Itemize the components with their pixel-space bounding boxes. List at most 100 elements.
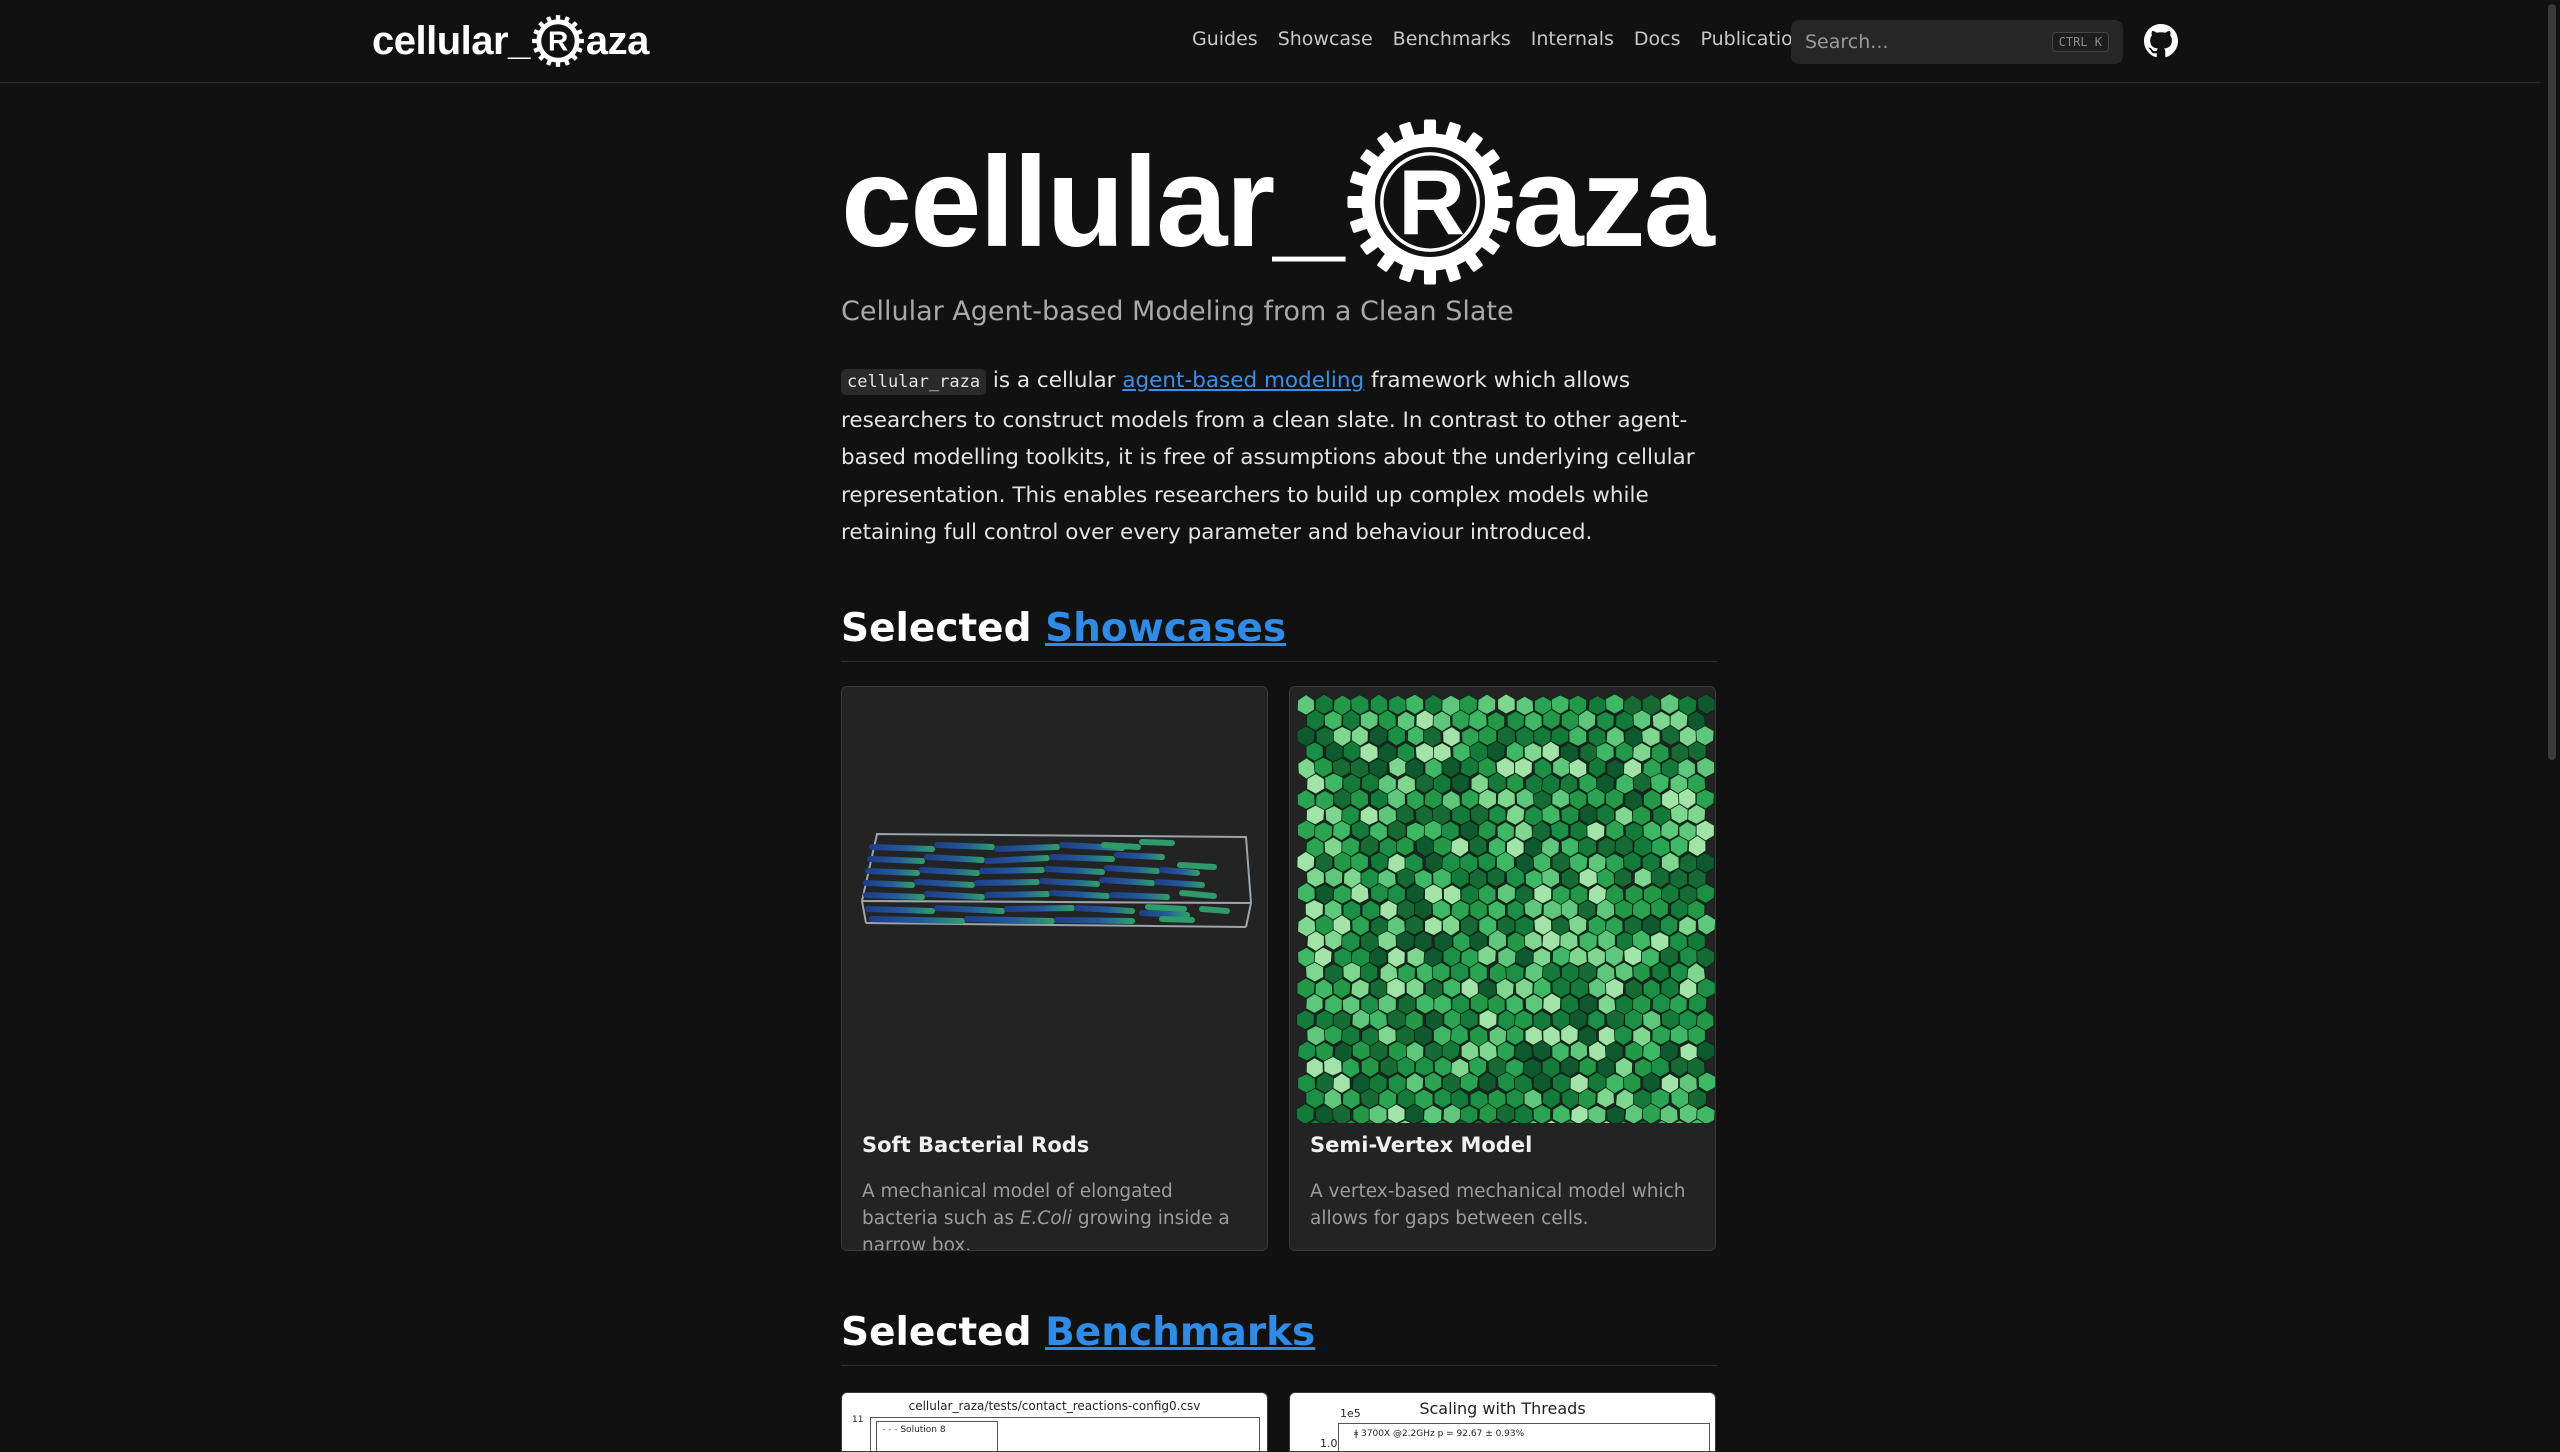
vertex-cell: [1614, 961, 1634, 982]
vertex-cell: [1605, 1105, 1626, 1123]
vertex-cell: [1524, 993, 1544, 1015]
intro-text-1: is a cellular: [986, 368, 1123, 393]
vertex-cell: [1396, 867, 1416, 889]
hero-title-right: aza: [1512, 130, 1714, 274]
benchmark-y-tick: 11: [852, 1415, 864, 1425]
vertex-cell: [1370, 883, 1389, 904]
nav-showcase[interactable]: Showcase: [1268, 24, 1383, 54]
vertex-cell: [1451, 773, 1470, 794]
benchmark-y-tick: 1.0: [1320, 1437, 1338, 1450]
vertex-cell: [1350, 978, 1370, 1000]
svg-text:R: R: [548, 26, 568, 57]
hero-subtitle: Cellular Agent-based Modeling from a Cle…: [841, 296, 1514, 327]
vertex-cell: [1388, 694, 1407, 716]
vertex-cell: [1550, 820, 1570, 841]
vertex-cell: [1613, 1025, 1633, 1046]
vertex-cell: [1424, 916, 1443, 936]
vertex-cell: [1632, 805, 1651, 827]
vertex-cell: [1605, 693, 1625, 715]
benchmark-plot-title: cellular_raza/tests/contact_reactions-co…: [908, 1399, 1201, 1413]
vertex-cell: [1387, 725, 1406, 747]
vertex-cell: [1497, 883, 1516, 905]
nav-links: Guides Showcase Benchmarks Internals Doc…: [1190, 24, 1825, 54]
benchmark-cards: cellular_raza/tests/contact_reactions-co…: [841, 1392, 1716, 1452]
card-desc-emphasis: E.Coli: [1019, 1208, 1072, 1229]
vertex-cell: [1696, 756, 1715, 779]
search-placeholder: Search...: [1805, 31, 1889, 53]
nav-guides[interactable]: Guides: [1190, 24, 1268, 54]
vertex-cell: [1614, 899, 1634, 920]
search-input[interactable]: Search... CTRL K: [1791, 20, 2123, 64]
page-scrollbar[interactable]: [2540, 0, 2560, 1440]
agent-based-modeling-link[interactable]: agent-based modeling: [1122, 368, 1364, 393]
vertex-cell: [1542, 1087, 1561, 1110]
vertex-cell: [1696, 883, 1715, 904]
vertex-cell: [1395, 930, 1415, 952]
vertex-cell: [1696, 693, 1715, 715]
benchmark-legend: ǂ 3700X @2.2GHz p = 92.67 ± 0.93%: [1354, 1429, 1524, 1439]
benchmark-card-contact-reactions[interactable]: cellular_raza/tests/contact_reactions-co…: [841, 1392, 1268, 1452]
github-icon[interactable]: [2144, 24, 2178, 58]
vertex-cell: [1578, 867, 1598, 889]
showcase-card-bacterial-rods[interactable]: Soft Bacterial Rods A mechanical model o…: [841, 686, 1268, 1251]
vertex-cell: [1486, 867, 1506, 888]
vertex-cell: [1342, 961, 1362, 983]
vertex-cell: [1514, 1040, 1533, 1063]
vertex-cell: [1433, 1087, 1453, 1109]
vertex-cell: [1324, 867, 1344, 888]
vertex-cell: [1496, 1103, 1516, 1123]
hero-title: cellular_ R aza: [841, 112, 1715, 292]
nav-benchmarks[interactable]: Benchmarks: [1383, 24, 1521, 54]
vertex-cell: [1442, 977, 1461, 999]
showcase-cards: Soft Bacterial Rods A mechanical model o…: [841, 686, 1716, 1251]
showcase-card-semi-vertex[interactable]: Semi-Vertex Model A vertex-based mechani…: [1289, 686, 1716, 1251]
legend-marker: ǂ: [1354, 1429, 1359, 1439]
benchmark-legend-label: 3700X @2.2GHz p = 92.67 ± 0.93%: [1361, 1429, 1525, 1439]
vertex-cell: [1497, 693, 1516, 715]
vertex-cell: [1350, 788, 1369, 810]
card-title: Soft Bacterial Rods: [862, 1133, 1090, 1157]
site-logo[interactable]: cellular_ R aza: [372, 12, 649, 70]
rust-gear-icon: R: [1344, 116, 1517, 288]
vertex-cell: [1524, 930, 1543, 951]
vertex-cell: [1488, 804, 1507, 825]
benchmark-legend-label: Solution 8: [900, 1425, 946, 1435]
semi-vertex-image: [1295, 693, 1715, 1123]
vertex-cell: [1323, 1024, 1343, 1046]
vertex-cell: [1377, 930, 1397, 952]
vertex-cell: [1569, 820, 1589, 841]
vertex-cell: [1352, 1104, 1372, 1123]
benchmarks-link[interactable]: Benchmarks: [1045, 1310, 1315, 1355]
vertex-cell: [1431, 899, 1451, 920]
benchmark-card-scaling-threads[interactable]: Scaling with Threads 1e5 1.0 ǂ 3700X @2.…: [1289, 1392, 1716, 1452]
vertex-cell: [1323, 710, 1343, 731]
vertex-cell: [1404, 915, 1424, 936]
inline-code: cellular_raza: [841, 369, 987, 395]
vertex-cell: [1623, 945, 1643, 967]
vertex-cell: [1296, 1009, 1315, 1031]
showcases-link[interactable]: Showcases: [1045, 606, 1286, 651]
card-title: Semi-Vertex Model: [1310, 1133, 1533, 1157]
vertex-cell: [1641, 726, 1661, 748]
vertex-cell: [1478, 1009, 1498, 1030]
vertex-cell: [1670, 1056, 1690, 1077]
vertex-cell: [1660, 693, 1680, 715]
vertex-cell: [1396, 1056, 1415, 1078]
vertex-cell: [1659, 914, 1679, 937]
svg-text:R: R: [1399, 151, 1465, 255]
intro-paragraph: cellular_raza is a cellular agent-based …: [841, 362, 1717, 552]
benchmark-exponent: 1e5: [1340, 1407, 1361, 1420]
legend-line-marker: - - -: [882, 1425, 898, 1435]
nav-docs[interactable]: Docs: [1624, 24, 1691, 54]
showcases-heading: Selected Showcases: [841, 606, 1717, 662]
nav-internals[interactable]: Internals: [1521, 24, 1624, 54]
benchmarks-heading-prefix: Selected: [841, 1310, 1046, 1355]
vertex-cell: [1633, 867, 1653, 888]
logo-text-right: aza: [585, 18, 650, 63]
card-description: A mechanical model of elongated bacteria…: [862, 1178, 1252, 1250]
vertex-cell: [1596, 711, 1615, 732]
scrollbar-thumb[interactable]: [2548, 4, 2556, 760]
showcases-heading-prefix: Selected: [841, 606, 1046, 651]
card-description: A vertex-based mechanical model which al…: [1310, 1181, 1686, 1229]
vertex-cell: [1578, 1056, 1597, 1077]
